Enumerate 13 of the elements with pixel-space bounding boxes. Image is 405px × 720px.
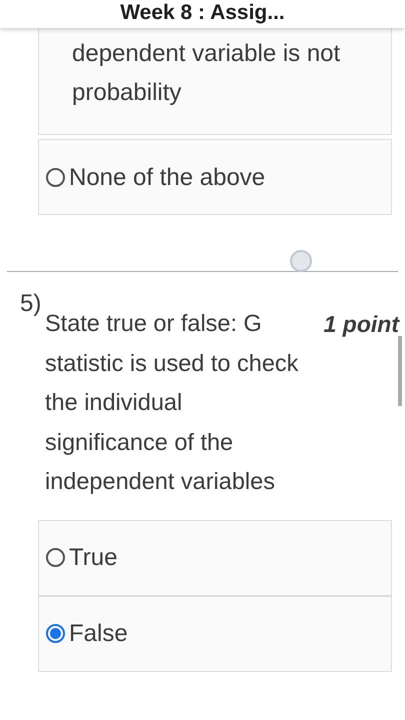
question-text: State true or false: G statistic is used to check the individual significance of the independent variables bbox=[45, 309, 300, 496]
question-number: 5) bbox=[20, 290, 42, 319]
scrollbar-thumb[interactable] bbox=[398, 336, 402, 406]
radio-button[interactable] bbox=[46, 624, 65, 643]
radio-button[interactable] bbox=[46, 168, 65, 186]
scroll-handle[interactable] bbox=[290, 250, 312, 272]
option-label: False bbox=[69, 619, 128, 649]
option-label: True bbox=[69, 543, 118, 573]
page-title: Week 8 : Assig... bbox=[119, 0, 286, 26]
option-text: dependent variable is not probability bbox=[72, 39, 342, 108]
option-label: None of the above bbox=[69, 162, 266, 192]
radio-button[interactable] bbox=[46, 548, 65, 567]
points-label: 1 point bbox=[324, 310, 399, 339]
